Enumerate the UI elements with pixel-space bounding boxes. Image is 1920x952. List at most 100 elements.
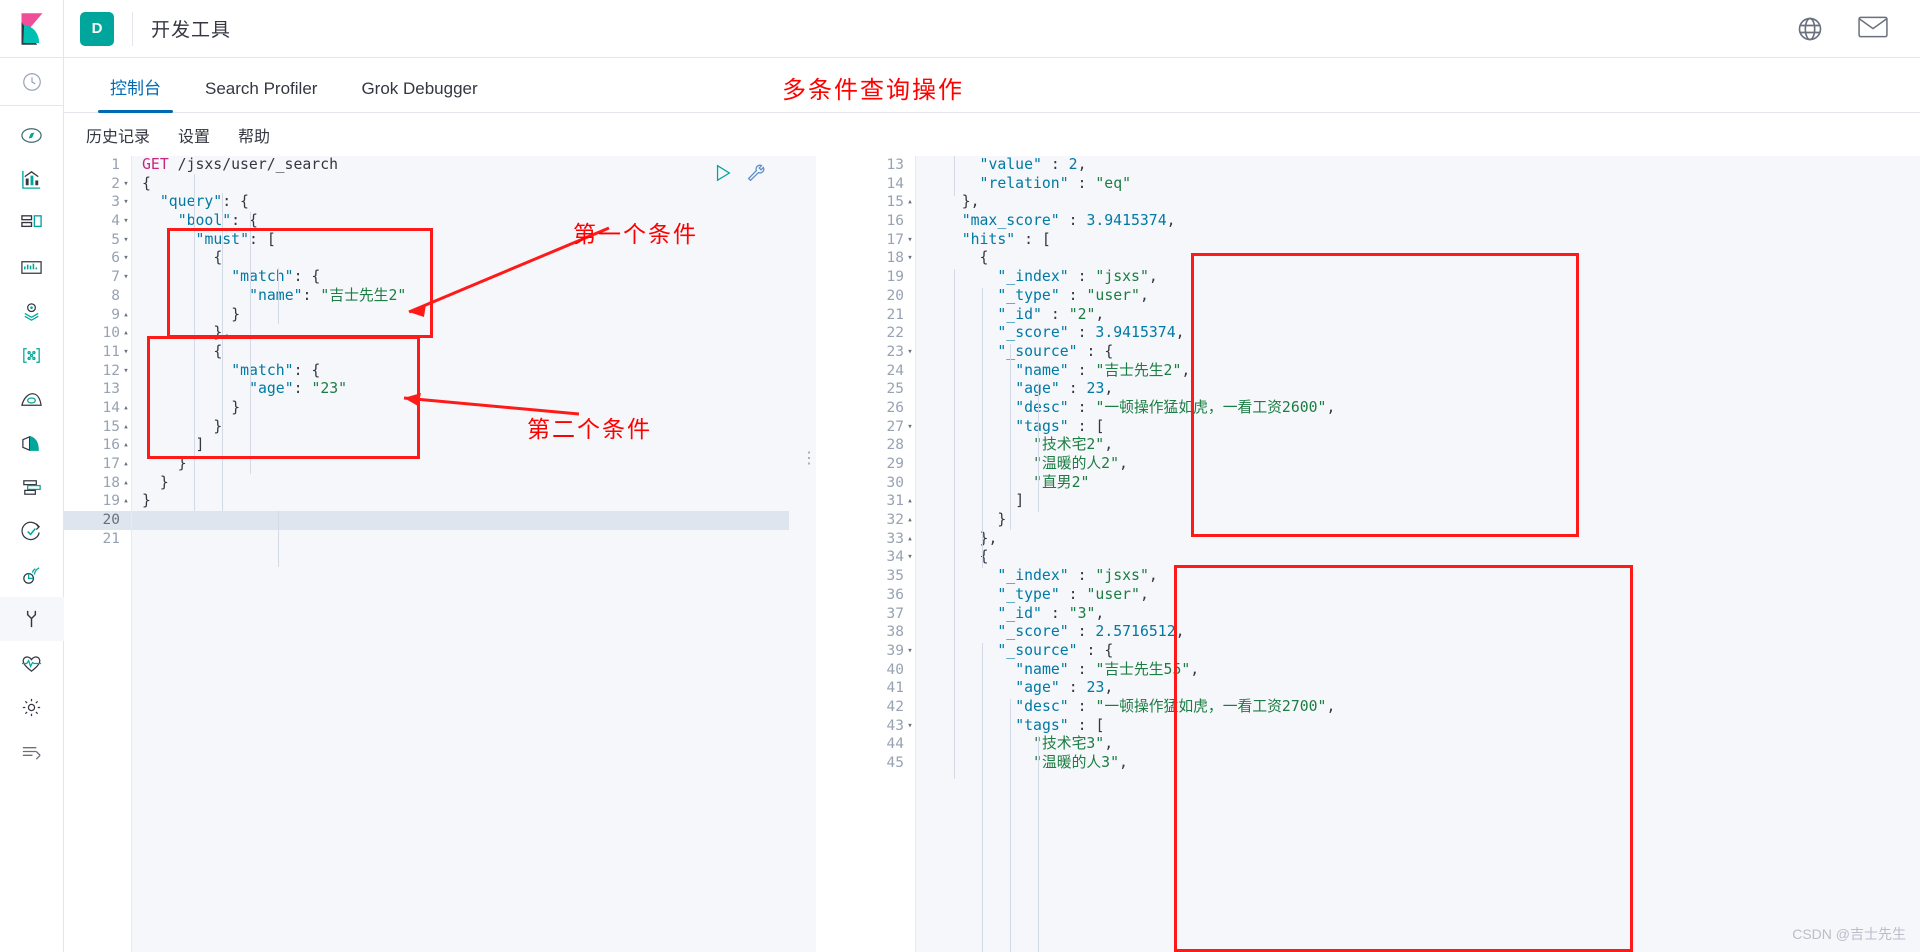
fold-toggle-icon[interactable]: ▴: [904, 193, 916, 212]
send-request-play-icon[interactable]: [713, 163, 733, 183]
pane-resize-handle[interactable]: [791, 156, 815, 952]
wrench-menu-icon[interactable]: [745, 162, 767, 184]
code-line[interactable]: "温暖的人2",: [916, 455, 1920, 474]
code-line[interactable]: "match": {: [132, 362, 789, 381]
code-line[interactable]: }: [132, 455, 789, 474]
tab-console[interactable]: 控制台: [88, 74, 183, 113]
sidebar-item-apm[interactable]: [0, 465, 64, 509]
fold-toggle-icon[interactable]: ▾: [904, 418, 916, 437]
request-code[interactable]: GET /jsxs/user/_search{ "query": { "bool…: [132, 156, 789, 952]
code-line[interactable]: "query": {: [132, 193, 789, 212]
code-line[interactable]: "name": "吉士先生2": [132, 287, 789, 306]
code-line[interactable]: "value" : 2,: [916, 156, 1920, 175]
tab-search-profiler[interactable]: Search Profiler: [183, 79, 339, 112]
code-line[interactable]: "name" : "吉士先生2",: [916, 362, 1920, 381]
fold-toggle-icon[interactable]: ▾: [904, 717, 916, 736]
fold-toggle-icon[interactable]: ▴: [904, 511, 916, 530]
sidebar-item-infrastructure[interactable]: [0, 377, 64, 421]
code-line[interactable]: }: [132, 474, 789, 493]
fold-toggle-icon[interactable]: ▴: [120, 399, 132, 418]
code-line[interactable]: "温暖的人3",: [916, 754, 1920, 773]
code-line[interactable]: "age": "23": [132, 380, 789, 399]
code-line[interactable]: {: [132, 175, 789, 194]
fold-toggle-icon[interactable]: ▾: [120, 362, 132, 381]
response-code[interactable]: "value" : 2, "relation" : "eq" }, "max_s…: [916, 156, 1920, 952]
code-line[interactable]: ]: [132, 436, 789, 455]
fold-toggle-icon[interactable]: ▾: [120, 249, 132, 268]
sidebar-item-uptime[interactable]: [0, 509, 64, 553]
tab-grok-debugger[interactable]: Grok Debugger: [339, 79, 499, 112]
code-line[interactable]: "tags" : [: [916, 717, 1920, 736]
code-line[interactable]: "tags" : [: [916, 418, 1920, 437]
fold-toggle-icon[interactable]: ▾: [904, 642, 916, 661]
fold-toggle-icon[interactable]: ▾: [904, 343, 916, 362]
sidebar-item-discover[interactable]: [0, 113, 64, 157]
mail-icon[interactable]: [1858, 15, 1888, 43]
fold-toggle-icon[interactable]: ▾: [120, 175, 132, 194]
code-line[interactable]: "_score" : 3.9415374,: [916, 324, 1920, 343]
fold-toggle-icon[interactable]: ▴: [120, 455, 132, 474]
code-line[interactable]: "age" : 23,: [916, 679, 1920, 698]
code-line[interactable]: }: [132, 418, 789, 437]
code-line[interactable]: "技术宅3",: [916, 735, 1920, 754]
sidebar-item-management[interactable]: [0, 685, 64, 729]
code-line[interactable]: "_source" : {: [916, 343, 1920, 362]
code-line[interactable]: }: [132, 399, 789, 418]
fold-toggle-icon[interactable]: ▴: [904, 530, 916, 549]
sidebar-item-dashboard[interactable]: [0, 201, 64, 245]
sidebar-item-monitoring[interactable]: [0, 641, 64, 685]
help-globe-icon[interactable]: [1796, 15, 1824, 43]
code-line[interactable]: "_index" : "jsxs",: [916, 567, 1920, 586]
code-line[interactable]: },: [132, 324, 789, 343]
code-line[interactable]: "match": {: [132, 268, 789, 287]
fold-toggle-icon[interactable]: ▴: [120, 418, 132, 437]
sidebar-item-maps[interactable]: [0, 289, 64, 333]
code-line[interactable]: GET /jsxs/user/_search: [132, 156, 789, 175]
fold-toggle-icon[interactable]: ▾: [120, 193, 132, 212]
code-line[interactable]: },: [916, 530, 1920, 549]
sidebar-item-canvas[interactable]: [0, 245, 64, 289]
sidebar-item-siem[interactable]: [0, 553, 64, 597]
fold-toggle-icon[interactable]: ▾: [120, 343, 132, 362]
fold-toggle-icon[interactable]: ▾: [904, 249, 916, 268]
code-line[interactable]: "_id" : "2",: [916, 306, 1920, 325]
pane-grip-icon[interactable]: ⋮: [801, 451, 817, 467]
code-line[interactable]: }: [132, 306, 789, 325]
code-line[interactable]: "_type" : "user",: [916, 586, 1920, 605]
fold-toggle-icon[interactable]: ▾: [120, 268, 132, 287]
code-line[interactable]: }: [916, 511, 1920, 530]
code-line[interactable]: "_source" : {: [916, 642, 1920, 661]
fold-toggle-icon[interactable]: ▾: [120, 212, 132, 231]
code-line[interactable]: "_type" : "user",: [916, 287, 1920, 306]
help-link[interactable]: 帮助: [238, 123, 270, 147]
code-line[interactable]: }: [132, 492, 789, 511]
code-line[interactable]: {: [916, 548, 1920, 567]
code-line[interactable]: "desc" : "一顿操作猛如虎，一看工资2700",: [916, 698, 1920, 717]
request-editor[interactable]: 1 2 ▾ 3 ▾ 4 ▾ 5 ▾ 6 ▾ 7 ▾ 8 9 ▴ 10 ▴ 11 ▾ 12 ▾ 13 14 ▴ 15 ▴ 16 ▴ 17 ▴ 1…: [64, 156, 789, 952]
fold-toggle-icon[interactable]: ▴: [120, 306, 132, 325]
sidebar-item-visualize[interactable]: [0, 157, 64, 201]
fold-toggle-icon[interactable]: ▴: [120, 324, 132, 343]
fold-toggle-icon[interactable]: ▴: [120, 436, 132, 455]
response-editor[interactable]: 13 14 15 ▴ 16 17 ▾ 18 ▾ 19 20 21 22 23 ▾ 24 25 26 27 ▾ 28 29 3…: [816, 156, 1920, 952]
code-line[interactable]: "age" : 23,: [916, 380, 1920, 399]
code-line[interactable]: "_id" : "3",: [916, 605, 1920, 624]
fold-toggle-icon[interactable]: ▾: [904, 548, 916, 567]
sidebar-item-dev-tools[interactable]: [0, 597, 64, 641]
code-line[interactable]: {: [132, 343, 789, 362]
sidebar-item-machine-learning[interactable]: [0, 333, 64, 377]
fold-toggle-icon[interactable]: ▴: [904, 492, 916, 511]
fold-toggle-icon[interactable]: ▴: [120, 492, 132, 511]
code-line[interactable]: "name" : "吉士先生55",: [916, 661, 1920, 680]
code-line[interactable]: "_score" : 2.5716512,: [916, 623, 1920, 642]
fold-toggle-icon[interactable]: ▾: [904, 231, 916, 250]
code-line[interactable]: },: [916, 193, 1920, 212]
code-line[interactable]: {: [916, 249, 1920, 268]
code-line[interactable]: ]: [916, 492, 1920, 511]
code-line[interactable]: "relation" : "eq": [916, 175, 1920, 194]
history-link[interactable]: 历史记录: [86, 123, 150, 147]
code-line[interactable]: "max_score" : 3.9415374,: [916, 212, 1920, 231]
fold-toggle-icon[interactable]: ▾: [120, 231, 132, 250]
code-line[interactable]: {: [132, 249, 789, 268]
sidebar-item-logs[interactable]: [0, 421, 64, 465]
